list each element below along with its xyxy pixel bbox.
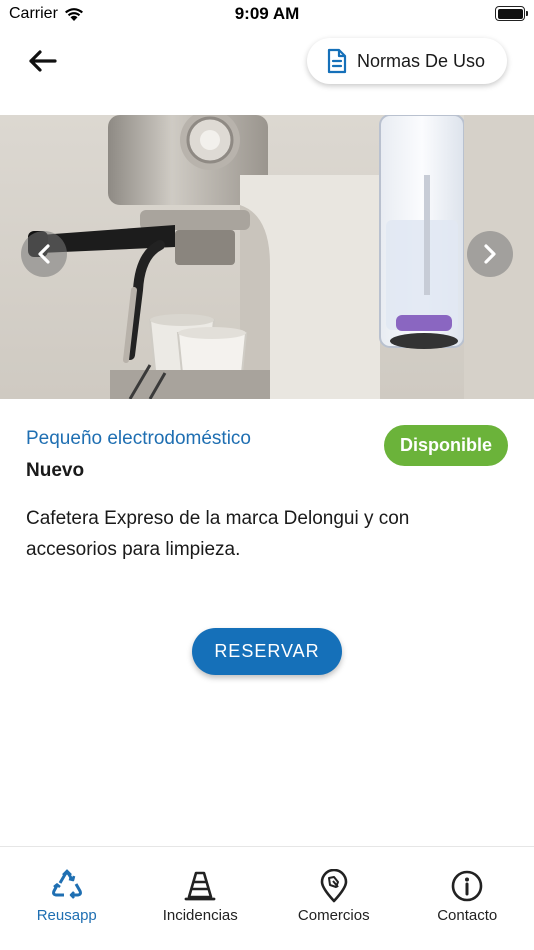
usage-rules-button[interactable]: Normas De Uso [306, 38, 507, 84]
tab-comercios[interactable]: Comercios [267, 847, 401, 950]
availability-badge: Disponible [383, 425, 508, 466]
info-icon [450, 869, 484, 903]
item-category: Pequeño electrodoméstico [26, 428, 251, 449]
item-description: Cafetera Expreso de la marca Delongui y … [26, 508, 410, 560]
carousel-next-button[interactable] [467, 231, 513, 277]
tab-label: Incidencias [162, 907, 238, 924]
tab-incidencias[interactable]: Incidencias [134, 847, 268, 950]
image-carousel[interactable] [0, 115, 534, 399]
product-photo [0, 115, 534, 399]
tab-label: Comercios [297, 907, 370, 924]
tab-reusapp[interactable]: Reusapp [0, 847, 134, 950]
location-pin-icon [317, 869, 351, 903]
item-condition: Nuevo [26, 460, 85, 481]
clock: 9:09 AM [234, 4, 300, 23]
document-icon [327, 48, 347, 74]
carousel-prev-button[interactable] [21, 231, 67, 277]
tab-label: Contacto [437, 907, 498, 924]
chevron-left-icon [38, 244, 50, 264]
traffic-cone-icon [183, 869, 217, 903]
tab-label: Reusapp [36, 907, 97, 924]
status-bar: Carrier 9:09 AM [0, 0, 534, 30]
chevron-right-icon [484, 244, 496, 264]
arrow-left-icon [29, 50, 57, 72]
tab-bar: Reusapp Incidencias Comercios Contacto [0, 846, 534, 950]
usage-rules-label: Normas De Uso [356, 50, 485, 71]
tab-contacto[interactable]: Contacto [401, 847, 534, 950]
header: Normas De Uso [0, 30, 534, 114]
back-button[interactable] [24, 46, 60, 76]
reserve-button[interactable]: RESERVAR [192, 628, 342, 675]
battery-icon [495, 6, 528, 21]
recycle-icon [50, 869, 84, 903]
